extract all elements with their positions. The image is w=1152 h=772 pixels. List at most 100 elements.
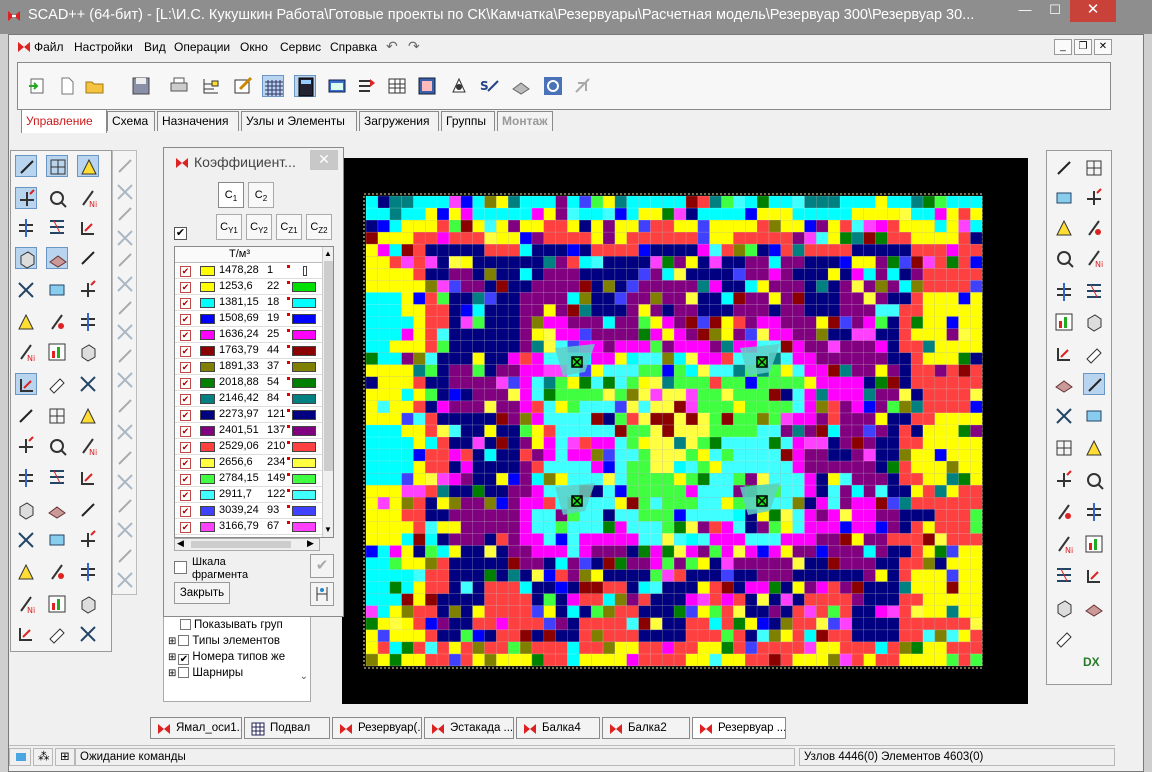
legend-row-checkbox[interactable]: ✔: [180, 394, 191, 405]
window-tab[interactable]: Подвал: [244, 717, 330, 739]
right-tool-icon-1[interactable]: [1083, 157, 1105, 179]
window-tab[interactable]: Резервуар(...: [332, 717, 422, 739]
left-tool-icon-33[interactable]: [15, 499, 37, 521]
right-tool-icon-15[interactable]: [1083, 373, 1105, 395]
scad-wizard-icon[interactable]: [448, 75, 470, 97]
window-tab[interactable]: Ямал_оси1...: [150, 717, 242, 739]
mdi-minimize-button[interactable]: _: [1054, 39, 1072, 55]
left-tool-icon-13[interactable]: [46, 279, 68, 301]
left-secondary-tool-icon-12[interactable]: [114, 447, 136, 469]
left-tool-icon-45[interactable]: [15, 623, 37, 645]
left-tool-icon-31[interactable]: [46, 467, 68, 489]
left-tool-icon-34[interactable]: [46, 499, 68, 521]
import-icon[interactable]: [26, 75, 48, 97]
legend-row[interactable]: ✔ 2018,88 54: [175, 375, 322, 391]
window-view-icon[interactable]: [326, 75, 348, 97]
legend-row[interactable]: ✔ 1508,69 19: [175, 311, 322, 327]
coef-button-cy1[interactable]: CY1: [216, 214, 242, 240]
legend-color-swatch[interactable]: [200, 330, 215, 340]
tree-item[interactable]: ⊞ ✔ Номера типов же: [168, 649, 285, 665]
left-tool-icon-25[interactable]: [46, 405, 68, 427]
legend-row[interactable]: ✔ 1763,79 44: [175, 343, 322, 359]
legend-color-swatch[interactable]: [200, 410, 215, 420]
tree-checkbox[interactable]: [178, 667, 190, 678]
right-tool-icon-5[interactable]: [1083, 217, 1105, 239]
left-tool-icon-14[interactable]: [77, 279, 99, 301]
tree-expander-icon[interactable]: ⊞: [168, 668, 176, 679]
left-secondary-tool-icon-9[interactable]: [114, 369, 136, 391]
left-tool-icon-9[interactable]: [15, 247, 37, 269]
left-tool-icon-8[interactable]: [77, 217, 99, 239]
left-tool-icon-1[interactable]: [46, 155, 68, 177]
menu-item-0[interactable]: Файл: [34, 40, 64, 54]
left-tool-icon-29[interactable]: Ni: [77, 435, 99, 457]
stress-mosaic-plot[interactable]: [342, 158, 1028, 704]
left-tool-icon-17[interactable]: [77, 311, 99, 333]
new-file-icon[interactable]: [56, 75, 78, 97]
model-tree-icon[interactable]: [200, 75, 222, 97]
legend-row-checkbox[interactable]: ✔: [180, 474, 191, 485]
legend-row-checkbox[interactable]: ✔: [180, 522, 191, 533]
left-secondary-tool-icon-4[interactable]: [114, 249, 136, 271]
left-tool-icon-46[interactable]: [46, 623, 68, 645]
left-tool-icon-30[interactable]: [15, 467, 37, 489]
coef-button-cy2[interactable]: CY2: [246, 214, 272, 240]
left-tool-icon-35[interactable]: [77, 499, 99, 521]
left-secondary-tool-icon-3[interactable]: [114, 227, 136, 249]
right-tool-icon-27[interactable]: [1083, 565, 1105, 587]
left-secondary-tool-icon-8[interactable]: [114, 345, 136, 367]
right-tool-icon-24[interactable]: Ni: [1053, 533, 1075, 555]
menu-item-1[interactable]: Настройки: [74, 40, 133, 54]
dx-button[interactable]: DX: [1083, 655, 1100, 669]
left-tool-icon-0[interactable]: [15, 155, 37, 177]
right-tool-icon-26[interactable]: [1053, 565, 1075, 587]
legend-row[interactable]: ✔ 1891,33 37: [175, 359, 322, 375]
maximize-button[interactable]: ☐: [1040, 0, 1070, 22]
nodes-export-icon[interactable]: [356, 75, 378, 97]
left-secondary-tool-icon-1[interactable]: [114, 181, 136, 203]
right-tool-icon-30[interactable]: [1053, 627, 1075, 649]
tree-item[interactable]: Показывать груп: [168, 617, 283, 633]
tab-1[interactable]: Схема: [107, 111, 155, 131]
legend-row[interactable]: ✔ 2273,97 121: [175, 407, 322, 423]
open-folder-icon[interactable]: [84, 75, 106, 97]
left-tool-icon-18[interactable]: Ni: [15, 341, 37, 363]
legend-color-swatch[interactable]: [200, 346, 215, 356]
legend-row[interactable]: ✔ 2911,7 122: [175, 487, 322, 503]
left-tool-icon-21[interactable]: [15, 373, 37, 395]
left-tool-icon-11[interactable]: [77, 247, 99, 269]
left-tool-icon-12[interactable]: [15, 279, 37, 301]
right-tool-icon-12[interactable]: [1053, 343, 1075, 365]
right-tool-icon-7[interactable]: Ni: [1083, 247, 1105, 269]
left-secondary-tool-icon-6[interactable]: [114, 297, 136, 319]
right-tool-icon-23[interactable]: [1083, 501, 1105, 523]
tree-checkbox[interactable]: [180, 619, 191, 630]
left-tool-icon-3[interactable]: [15, 187, 37, 209]
left-tool-icon-7[interactable]: [46, 217, 68, 239]
right-tool-icon-19[interactable]: [1083, 437, 1105, 459]
legend-row-checkbox[interactable]: ✔: [180, 346, 191, 357]
left-tool-icon-41[interactable]: [77, 561, 99, 583]
left-tool-icon-23[interactable]: [77, 373, 99, 395]
right-tool-icon-6[interactable]: [1053, 247, 1075, 269]
materials-icon[interactable]: [510, 75, 532, 97]
legend-color-swatch[interactable]: [200, 282, 215, 292]
legend-color-swatch[interactable]: [200, 474, 215, 484]
legend-row-checkbox[interactable]: ✔: [180, 442, 191, 453]
left-tool-icon-43[interactable]: [46, 593, 68, 615]
left-tool-icon-37[interactable]: [46, 529, 68, 551]
snap-icon[interactable]: [9, 748, 31, 766]
legend-row[interactable]: ✔ 3039,24 93: [175, 503, 322, 519]
legend-row[interactable]: ✔ 2401,51 137: [175, 423, 322, 439]
tab-3[interactable]: Узлы и Элементы: [241, 111, 357, 131]
redo-icon[interactable]: ↷: [408, 38, 420, 55]
legend-color-swatch[interactable]: [200, 442, 215, 452]
left-tool-icon-4[interactable]: [46, 187, 68, 209]
right-tool-icon-18[interactable]: [1053, 437, 1075, 459]
legend-row-checkbox[interactable]: ✔: [180, 266, 191, 277]
left-secondary-tool-icon-5[interactable]: [114, 273, 136, 295]
legend-row[interactable]: ✔ 1478,28 1: [175, 263, 322, 279]
coef-button-c1[interactable]: C1: [218, 182, 244, 208]
print-icon[interactable]: [168, 75, 190, 97]
left-tool-icon-16[interactable]: [46, 311, 68, 333]
